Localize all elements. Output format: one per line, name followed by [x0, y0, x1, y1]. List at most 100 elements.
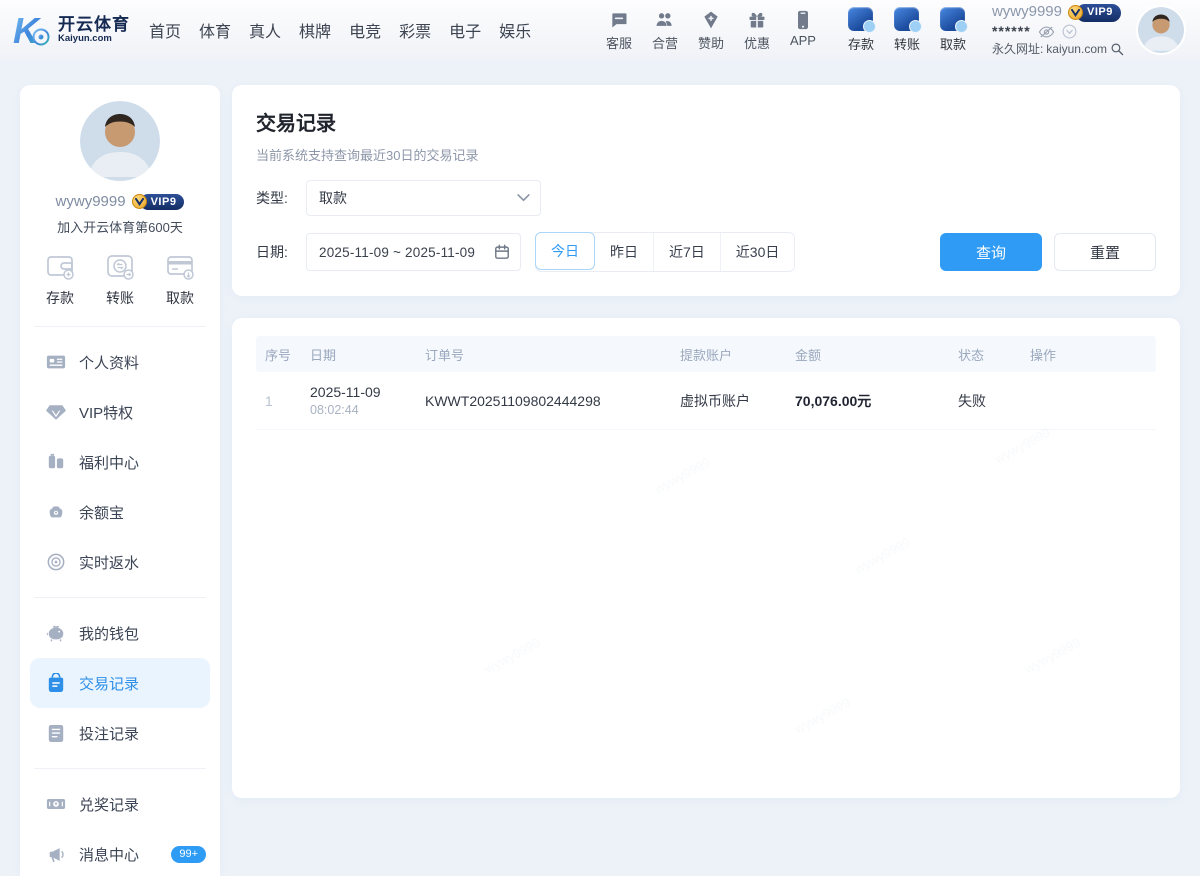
- transactions-icon: [46, 673, 66, 693]
- page-subtitle: 当前系统支持查询最近30日的交易记录: [256, 145, 1156, 164]
- sidebar-item-prizes[interactable]: 兑奖记录: [20, 779, 220, 829]
- nav-item-live[interactable]: 真人: [240, 18, 290, 42]
- nav-item-entertainment[interactable]: 娱乐: [490, 18, 540, 42]
- page-title: 交易记录: [256, 107, 1156, 136]
- cell-order-no: KWWT20251109802444298: [416, 393, 671, 409]
- col-amount: 金额: [786, 345, 949, 364]
- header-utilities: 客服 合营 赞助 优惠 APP: [598, 8, 824, 52]
- nav-item-chess[interactable]: 棋牌: [290, 18, 340, 42]
- vip-badge: VIP9: [1068, 4, 1121, 22]
- sidebar-divider: [34, 768, 206, 769]
- permanent-url-value[interactable]: kaiyun.com: [1046, 42, 1107, 57]
- type-filter-row: 类型: 取款: [256, 180, 1156, 216]
- nav-item-home[interactable]: 首页: [140, 18, 190, 42]
- profile-vip-gem-icon: [132, 194, 147, 209]
- app-button[interactable]: APP: [782, 8, 824, 52]
- sidebar-item-messages[interactable]: 消息中心 99+: [20, 829, 220, 876]
- phone-icon: [795, 8, 811, 30]
- sidebar-item-bets[interactable]: 投注记录: [20, 708, 220, 758]
- partners-button[interactable]: 合营: [644, 8, 686, 52]
- rebate-icon: [46, 553, 66, 571]
- sidebar-item-wallet[interactable]: 我的钱包: [20, 608, 220, 658]
- watermark: wywy9999: [792, 695, 853, 737]
- main-content: 交易记录 当前系统支持查询最近30日的交易记录 类型: 取款 日期: 2025-…: [232, 85, 1180, 876]
- chevron-down-icon: [517, 194, 530, 202]
- sidebar-item-rebate[interactable]: 实时返水: [20, 537, 220, 587]
- transfer-cube-icon: [894, 7, 919, 31]
- type-label: 类型:: [256, 188, 306, 208]
- gem-icon: [46, 404, 66, 421]
- calendar-icon: [494, 244, 510, 260]
- deposit-cube-icon: [848, 7, 873, 31]
- prize-icon: [46, 796, 66, 812]
- joined-days: 加入开云体育第600天: [57, 217, 183, 236]
- header-avatar[interactable]: [1138, 7, 1184, 53]
- message-count-badge: 99+: [171, 846, 206, 863]
- gift-icon: [747, 8, 767, 30]
- range-30days-button[interactable]: 近30日: [721, 233, 795, 271]
- quick-transfer[interactable]: 转账: [104, 252, 136, 308]
- user-info: wywy9999 VIP9 ****** 永久网址: kaiyun.com: [992, 3, 1124, 56]
- benefits-icon: [46, 453, 66, 471]
- nav-item-esports[interactable]: 电竞: [340, 18, 390, 42]
- sidebar-divider: [34, 326, 206, 327]
- nav-item-slots[interactable]: 电子: [440, 18, 490, 42]
- top-header: K 开云体育 Kaiyun.com 首页 体育 真人 棋牌 电竞 彩票 电子 娱…: [0, 0, 1200, 60]
- profile-username: wywy9999: [56, 193, 126, 210]
- col-date: 日期: [301, 345, 416, 364]
- transfer-shortcut[interactable]: 转账: [888, 7, 926, 53]
- brand-name-cn: 开云体育: [58, 16, 130, 34]
- table-row: 1 2025-11-09 08:02:44 KWWT20251109802444…: [256, 372, 1156, 430]
- nav-item-sports[interactable]: 体育: [190, 18, 240, 42]
- range-today-button[interactable]: 今日: [535, 232, 595, 270]
- quick-deposit[interactable]: 存款: [44, 252, 76, 308]
- col-account: 提款账户: [671, 345, 786, 364]
- query-button[interactable]: 查询: [940, 233, 1042, 271]
- date-range-input[interactable]: 2025-11-09 ~ 2025-11-09: [306, 233, 521, 271]
- nav-item-lottery[interactable]: 彩票: [390, 18, 440, 42]
- money-pot-icon: [46, 503, 66, 521]
- refresh-balance-icon[interactable]: [1062, 24, 1077, 39]
- id-card-icon: [46, 353, 66, 371]
- megaphone-icon: [46, 846, 66, 863]
- sponsor-button[interactable]: 赞助: [690, 8, 732, 52]
- cell-time: 08:02:44: [310, 403, 416, 417]
- sidebar-item-vip[interactable]: VIP特权: [20, 387, 220, 437]
- date-range-value: 2025-11-09 ~ 2025-11-09: [319, 245, 475, 260]
- col-status: 状态: [949, 345, 1021, 364]
- sidebar-item-transactions[interactable]: 交易记录: [30, 658, 210, 708]
- sidebar-item-yuebao[interactable]: 余额宝: [20, 487, 220, 537]
- withdraw-shortcut[interactable]: 取款: [934, 7, 972, 53]
- brand-name-en: Kaiyun.com: [58, 34, 130, 44]
- quick-range-group: 今日 昨日 近7日 近30日: [535, 232, 795, 272]
- sponsor-icon: [701, 8, 721, 30]
- reset-button[interactable]: 重置: [1054, 233, 1156, 271]
- service-button[interactable]: 客服: [598, 8, 640, 52]
- sidebar-item-profile[interactable]: 个人资料: [20, 337, 220, 387]
- type-select[interactable]: 取款: [306, 180, 541, 216]
- eye-off-icon[interactable]: [1038, 25, 1055, 39]
- table-header: 序号 日期 订单号 提款账户 金额 状态 操作: [256, 336, 1156, 372]
- col-action: 操作: [1021, 345, 1156, 364]
- card-icon: [164, 252, 196, 282]
- promo-button[interactable]: 优惠: [736, 8, 778, 52]
- wallet-shortcuts: 存款 转账 取款: [842, 7, 972, 53]
- watermark: wywy9999: [852, 535, 913, 577]
- piggy-bank-icon: [46, 625, 66, 642]
- col-seq: 序号: [256, 345, 301, 364]
- username: wywy9999: [992, 3, 1062, 22]
- records-table-card: wywy9999 wywy9999 wywy9999 wywy9999 wywy…: [232, 318, 1180, 798]
- sidebar-menu-group2: 我的钱包 交易记录 投注记录: [20, 602, 220, 764]
- deposit-shortcut[interactable]: 存款: [842, 7, 880, 53]
- sidebar-item-benefits[interactable]: 福利中心: [20, 437, 220, 487]
- range-yesterday-button[interactable]: 昨日: [595, 233, 654, 271]
- range-7days-button[interactable]: 近7日: [654, 233, 721, 271]
- profile-avatar[interactable]: [80, 101, 160, 181]
- search-icon[interactable]: [1110, 42, 1124, 56]
- date-filter-row: 日期: 2025-11-09 ~ 2025-11-09 今日 昨日 近7日 近3…: [256, 232, 1156, 272]
- cell-date: 2025-11-09 08:02:44: [301, 384, 416, 417]
- quick-withdraw[interactable]: 取款: [164, 252, 196, 308]
- brand-logo[interactable]: K 开云体育 Kaiyun.com: [12, 10, 130, 50]
- cell-seq: 1: [256, 393, 301, 409]
- watermark: wywy9999: [482, 635, 543, 677]
